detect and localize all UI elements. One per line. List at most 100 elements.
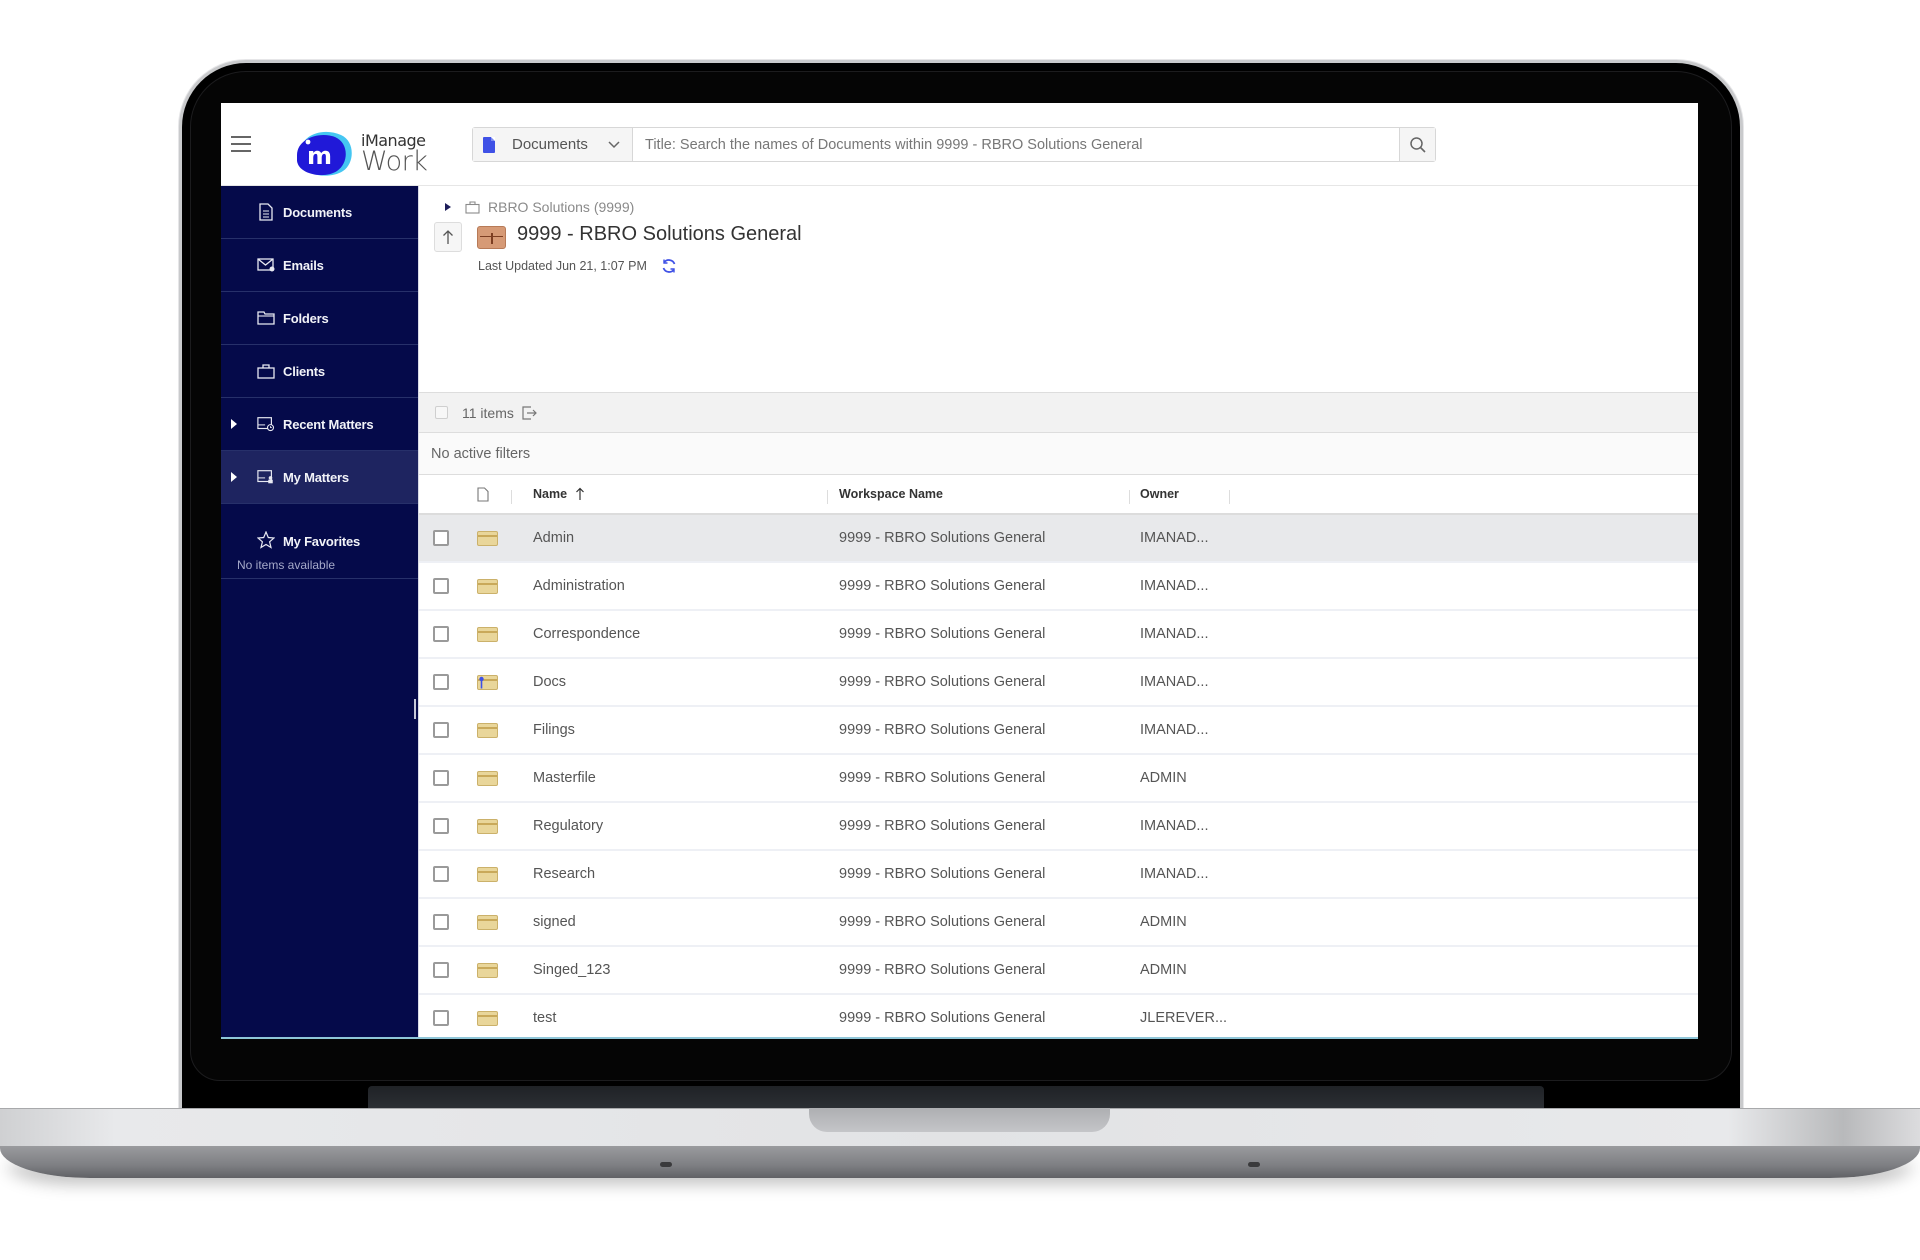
folder-icon xyxy=(477,530,498,546)
row-name[interactable]: test xyxy=(533,1010,556,1026)
row-checkbox[interactable] xyxy=(433,770,449,786)
row-name[interactable]: Correspondence xyxy=(533,626,640,642)
search-bar: Documents xyxy=(472,127,1436,162)
row-checkbox[interactable] xyxy=(433,1010,449,1026)
table-row[interactable]: Docs 9999 - RBRO Solutions General IMANA… xyxy=(419,659,1698,707)
row-owner: JLEREVER... xyxy=(1140,1010,1228,1026)
column-header-name[interactable]: Name xyxy=(511,487,827,504)
imanage-logo[interactable]: m iManage Work xyxy=(293,126,443,178)
table-row[interactable]: Research 9999 - RBRO Solutions General I… xyxy=(419,851,1698,899)
laptop-opening-notch xyxy=(809,1108,1110,1132)
row-name[interactable]: Masterfile xyxy=(533,770,596,786)
column-header-workspace[interactable]: Workspace Name xyxy=(827,487,1129,504)
document-icon xyxy=(483,136,495,153)
sidebar: Documents Emails Folders Clients Recent … xyxy=(221,186,418,1038)
filters-status: No active filters xyxy=(419,433,1698,475)
sidebar-item-recent-matters[interactable]: Recent Matters xyxy=(221,398,418,451)
sidebar-item-documents[interactable]: Documents xyxy=(221,186,418,239)
sidebar-resize-handle[interactable] xyxy=(414,699,416,719)
row-name[interactable]: Singed_123 xyxy=(533,962,610,978)
row-checkbox[interactable] xyxy=(433,818,449,834)
navigate-up-button[interactable] xyxy=(434,222,462,252)
sidebar-item-label: Recent Matters xyxy=(283,416,374,432)
row-checkbox[interactable] xyxy=(433,866,449,882)
table-row[interactable]: Regulatory 9999 - RBRO Solutions General… xyxy=(419,803,1698,851)
search-input[interactable] xyxy=(633,128,1399,161)
sidebar-item-label: Folders xyxy=(283,310,329,326)
page-title: 9999 - RBRO Solutions General xyxy=(517,223,802,245)
row-checkbox[interactable] xyxy=(433,914,449,930)
row-checkbox[interactable] xyxy=(433,626,449,642)
row-owner: IMANAD... xyxy=(1140,818,1209,834)
row-name[interactable]: Admin xyxy=(533,530,574,546)
row-owner: ADMIN xyxy=(1140,914,1187,930)
key-icon xyxy=(479,676,484,688)
row-checkbox[interactable] xyxy=(433,578,449,594)
column-header-workspace-label: Workspace Name xyxy=(839,487,943,501)
expand-caret-icon[interactable] xyxy=(231,419,237,429)
table-row[interactable]: Admin 9999 - RBRO Solutions General IMAN… xyxy=(419,515,1698,563)
folder-icon xyxy=(477,818,498,834)
sidebar-item-my-matters[interactable]: My Matters xyxy=(221,451,418,504)
folder-icon xyxy=(477,626,498,642)
table-row[interactable]: signed 9999 - RBRO Solutions General ADM… xyxy=(419,899,1698,947)
search-icon xyxy=(1409,136,1426,153)
laptop-base-underside xyxy=(0,1146,1920,1178)
laptop-foot xyxy=(1248,1162,1260,1167)
workspace-icon xyxy=(477,226,506,249)
star-icon xyxy=(257,531,275,549)
row-owner: IMANAD... xyxy=(1140,866,1209,882)
breadcrumb-expand-icon[interactable] xyxy=(445,203,451,211)
logo-text-work: Work xyxy=(361,146,428,177)
sidebar-item-label: My Matters xyxy=(283,469,349,485)
table-row[interactable]: test 9999 - RBRO Solutions General JLERE… xyxy=(419,995,1698,1038)
table-row[interactable]: Singed_123 9999 - RBRO Solutions General… xyxy=(419,947,1698,995)
row-name[interactable]: Research xyxy=(533,866,595,882)
row-checkbox[interactable] xyxy=(433,674,449,690)
table-row[interactable]: Masterfile 9999 - RBRO Solutions General… xyxy=(419,755,1698,803)
document-icon xyxy=(477,486,489,502)
list-toolbar: 11 items xyxy=(419,392,1698,433)
row-checkbox[interactable] xyxy=(433,530,449,546)
briefcase-icon xyxy=(465,200,480,214)
row-name[interactable]: Filings xyxy=(533,722,575,738)
menu-icon[interactable] xyxy=(231,136,251,152)
column-header-owner[interactable]: Owner xyxy=(1129,487,1230,504)
row-workspace: 9999 - RBRO Solutions General xyxy=(839,1010,1046,1026)
row-name[interactable]: signed xyxy=(533,914,576,930)
row-owner: ADMIN xyxy=(1140,770,1187,786)
row-owner: IMANAD... xyxy=(1140,578,1209,594)
sidebar-item-clients[interactable]: Clients xyxy=(221,345,418,398)
search-scope-dropdown[interactable]: Documents xyxy=(473,128,633,161)
export-icon[interactable] xyxy=(522,405,537,420)
row-name[interactable]: Regulatory xyxy=(533,818,603,834)
sort-ascending-icon xyxy=(576,487,584,500)
refresh-icon[interactable] xyxy=(661,258,677,274)
briefcase-icon xyxy=(257,362,275,380)
row-workspace: 9999 - RBRO Solutions General xyxy=(839,866,1046,882)
sidebar-item-my-favorites[interactable]: My Favorites xyxy=(221,504,418,552)
laptop-foot xyxy=(660,1162,672,1167)
folder-icon xyxy=(477,914,498,930)
arrow-up-icon xyxy=(443,230,453,244)
row-name[interactable]: Docs xyxy=(533,674,566,690)
breadcrumb-parent-link[interactable]: RBRO Solutions (9999) xyxy=(488,199,634,215)
select-all-checkbox[interactable] xyxy=(435,406,448,419)
sidebar-item-emails[interactable]: Emails xyxy=(221,239,418,292)
recent-matters-icon xyxy=(257,415,275,433)
column-header-type[interactable] xyxy=(477,486,525,502)
screen-bottom-edge xyxy=(221,1037,1698,1039)
row-checkbox[interactable] xyxy=(433,722,449,738)
row-name[interactable]: Administration xyxy=(533,578,625,594)
folder-icon xyxy=(477,578,498,594)
row-checkbox[interactable] xyxy=(433,962,449,978)
sidebar-item-label: Clients xyxy=(283,363,325,379)
table-row[interactable]: Correspondence 9999 - RBRO Solutions Gen… xyxy=(419,611,1698,659)
sidebar-item-folders[interactable]: Folders xyxy=(221,292,418,345)
folder-icon xyxy=(257,309,275,327)
app-header: m iManage Work Documents xyxy=(221,103,1698,186)
expand-caret-icon[interactable] xyxy=(231,472,237,482)
table-row[interactable]: Administration 9999 - RBRO Solutions Gen… xyxy=(419,563,1698,611)
search-button[interactable] xyxy=(1399,128,1435,161)
table-row[interactable]: Filings 9999 - RBRO Solutions General IM… xyxy=(419,707,1698,755)
